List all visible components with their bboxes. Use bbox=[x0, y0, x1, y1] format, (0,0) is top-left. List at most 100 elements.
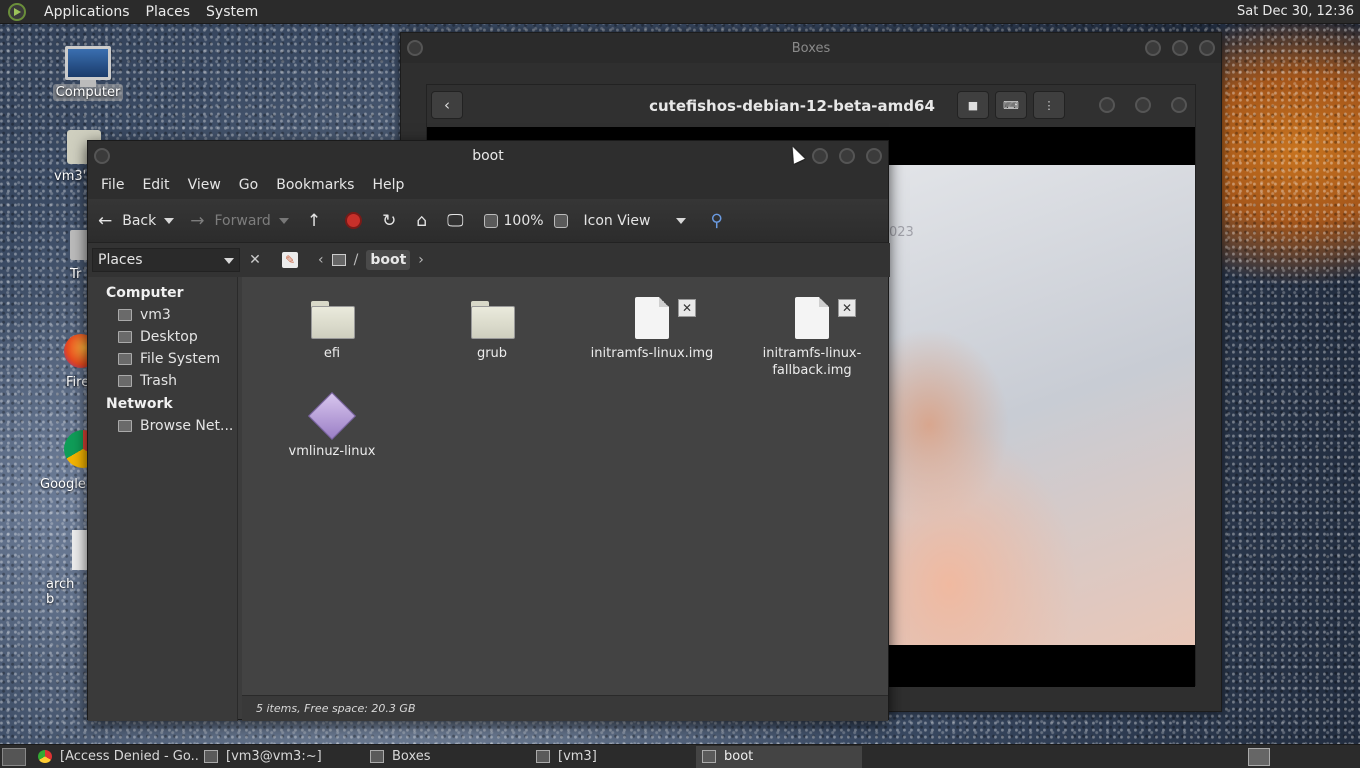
menu-view[interactable]: View bbox=[179, 177, 230, 193]
view-mode-select[interactable]: Icon View bbox=[584, 213, 687, 229]
boxes-titlebar[interactable]: Boxes bbox=[401, 33, 1221, 63]
zoom-out-button[interactable]: 100% bbox=[483, 213, 544, 229]
edit-location-icon[interactable]: ✎ bbox=[282, 252, 298, 268]
maximize-button[interactable] bbox=[839, 148, 855, 164]
crumb-current[interactable]: boot bbox=[366, 250, 411, 270]
show-desktop-icon[interactable] bbox=[2, 747, 26, 766]
file-label: grub bbox=[476, 346, 508, 361]
forward-history-dropdown[interactable] bbox=[278, 217, 289, 224]
search-icon: ⚲ bbox=[710, 210, 723, 231]
close-button[interactable] bbox=[866, 148, 882, 164]
sidebar-section-network: Network bbox=[106, 396, 173, 412]
file-item-vmlinuz[interactable]: vmlinuz-linux bbox=[262, 391, 402, 460]
vm-menu-button[interactable]: ⋮ bbox=[1033, 91, 1065, 119]
status-bar: 5 items, Free space: 20.3 GB bbox=[242, 695, 888, 721]
desktop-icon-computer[interactable]: Computer bbox=[43, 46, 133, 101]
task-boxes[interactable]: Boxes bbox=[364, 746, 530, 768]
broken-link-emblem-icon: ✕ bbox=[678, 299, 696, 317]
sidebar-type-select[interactable]: Places bbox=[92, 248, 240, 272]
location-bar: Places ✕ ✎ ‹ / boot › bbox=[88, 243, 890, 277]
sidebar-item-vm3[interactable]: vm3 bbox=[88, 304, 237, 326]
chrome-icon bbox=[38, 750, 52, 763]
crumb-left-arrow-icon[interactable]: ‹ bbox=[318, 252, 324, 268]
file-manager-window: boot File Edit View Go Bookmarks Help ← … bbox=[87, 140, 890, 721]
fm-titlebar[interactable]: boot bbox=[88, 141, 888, 171]
crumb-right-arrow-icon[interactable]: › bbox=[418, 252, 424, 268]
up-button[interactable]: ↑ bbox=[307, 211, 335, 231]
trash-icon bbox=[118, 375, 132, 387]
distro-logo-icon[interactable] bbox=[8, 2, 26, 21]
close-sidebar-icon[interactable]: ✕ bbox=[246, 252, 264, 268]
sidebar-type-label: Places bbox=[98, 252, 143, 268]
sidebar-item-file-system[interactable]: File System bbox=[88, 348, 237, 370]
stop-button[interactable] bbox=[345, 212, 363, 229]
fm-window-title: boot bbox=[472, 148, 504, 164]
close-button[interactable] bbox=[1171, 97, 1187, 113]
crumb-separator: / bbox=[353, 252, 359, 268]
breadcrumb: ✎ ‹ / boot › bbox=[282, 250, 424, 270]
file-item-initramfs-fallback[interactable]: ✕ initramfs-linux-fallback.img bbox=[742, 297, 882, 379]
sidebar-item-desktop[interactable]: Desktop bbox=[88, 326, 237, 348]
file-label: initramfs-linux.img bbox=[590, 346, 714, 361]
menu-go[interactable]: Go bbox=[230, 177, 267, 193]
kebab-menu-icon: ⋮ bbox=[1043, 98, 1055, 112]
boxes-icon bbox=[370, 750, 384, 763]
send-key-button[interactable]: ■ bbox=[957, 91, 989, 119]
forward-button[interactable]: → Forward bbox=[190, 211, 289, 231]
back-history-dropdown[interactable] bbox=[164, 217, 175, 224]
menu-system[interactable]: System bbox=[198, 4, 266, 20]
keyboard-button[interactable]: ⌨ bbox=[995, 91, 1027, 119]
desktop-icon-trash[interactable]: Tr bbox=[46, 230, 92, 283]
file-item-efi[interactable]: efi bbox=[262, 301, 402, 362]
desktop-icon-chrome[interactable]: Google bbox=[38, 430, 102, 493]
file-label: vmlinuz-linux bbox=[288, 444, 376, 459]
menu-applications[interactable]: Applications bbox=[36, 4, 138, 20]
keyboard-icon: ⌨ bbox=[1003, 98, 1019, 112]
task-vm3[interactable]: [vm3] bbox=[530, 746, 696, 768]
menu-bookmarks[interactable]: Bookmarks bbox=[267, 177, 363, 193]
sidebar-item-browse-network[interactable]: Browse Net... bbox=[88, 415, 237, 437]
back-label: Back bbox=[122, 212, 157, 229]
sidebar-item-trash[interactable]: Trash bbox=[88, 370, 237, 392]
menu-help[interactable]: Help bbox=[363, 177, 413, 193]
file-icon bbox=[635, 297, 669, 339]
minimize-button[interactable] bbox=[1099, 97, 1115, 113]
desktop-icon bbox=[118, 331, 132, 343]
maximize-button[interactable] bbox=[1172, 40, 1188, 56]
back-button[interactable]: ← Back bbox=[98, 211, 175, 231]
arrow-right-icon: → bbox=[190, 210, 205, 231]
clock[interactable]: Sat Dec 30, 12:36 bbox=[1237, 4, 1354, 19]
sidebar-item-label: Browse Net... bbox=[140, 418, 234, 434]
computer-button[interactable]: 🖵 bbox=[447, 211, 473, 231]
search-button[interactable]: ⚲ bbox=[710, 211, 732, 231]
home-folder-icon bbox=[536, 750, 550, 763]
file-view[interactable]: efi grub ✕ initramfs-linux.img ✕ initram… bbox=[242, 277, 888, 695]
task-terminal[interactable]: [vm3@vm3:~] bbox=[198, 746, 364, 768]
menu-edit[interactable]: Edit bbox=[133, 177, 178, 193]
view-mode-label: Icon View bbox=[583, 212, 651, 229]
task-chrome[interactable]: [Access Denied - Go... bbox=[32, 746, 198, 768]
menu-file[interactable]: File bbox=[92, 177, 133, 193]
computer-icon bbox=[65, 46, 111, 87]
task-boot[interactable]: boot bbox=[696, 745, 862, 768]
menu-places[interactable]: Places bbox=[138, 4, 199, 20]
square-icon: ■ bbox=[967, 98, 979, 112]
window-menu-button[interactable] bbox=[94, 148, 110, 164]
zoom-in-button[interactable] bbox=[553, 213, 574, 228]
close-button[interactable] bbox=[1199, 40, 1215, 56]
drive-icon bbox=[118, 353, 132, 365]
sidebar-item-label: Desktop bbox=[140, 329, 198, 345]
file-item-initramfs[interactable]: ✕ initramfs-linux.img bbox=[582, 297, 722, 362]
file-item-grub[interactable]: grub bbox=[422, 301, 562, 362]
minimize-button[interactable] bbox=[1145, 40, 1161, 56]
minimize-button[interactable] bbox=[812, 148, 828, 164]
home-button[interactable]: ⌂ bbox=[416, 211, 437, 231]
reload-button[interactable]: ↻ bbox=[382, 211, 406, 231]
desktop-icon-archive[interactable]: arch b bbox=[42, 530, 88, 608]
workspace-switcher[interactable] bbox=[1248, 747, 1270, 766]
desktop-icon-firefox[interactable]: Fire bbox=[40, 334, 98, 391]
maximize-button[interactable] bbox=[1135, 97, 1151, 113]
sidebar-item-label: File System bbox=[140, 351, 221, 367]
window-menu-button[interactable] bbox=[407, 40, 423, 56]
drive-icon[interactable] bbox=[331, 254, 346, 266]
